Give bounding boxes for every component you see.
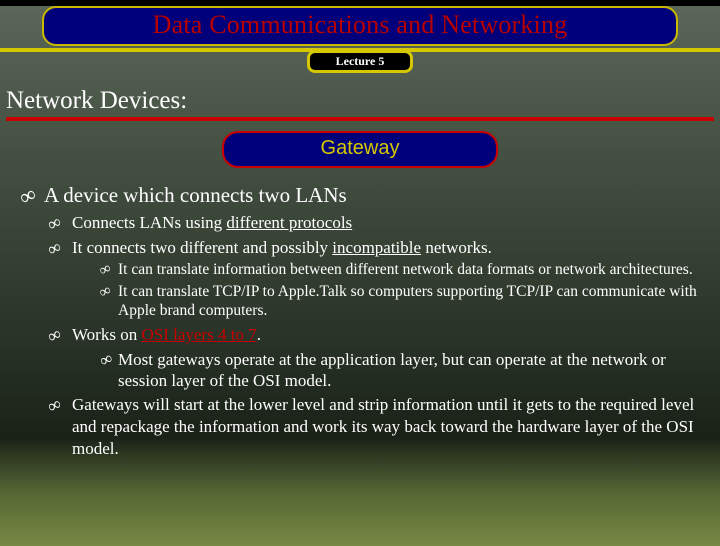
text-underlined: different protocols (226, 213, 352, 232)
subsection-title: Gateway (321, 137, 400, 159)
red-divider (6, 117, 714, 121)
text: Connects LANs using (72, 213, 226, 232)
text: It can translate TCP/IP to Apple.Talk so… (118, 283, 697, 319)
subsection-box: Gateway (222, 131, 498, 168)
bullet-lvl3: It can translate information between dif… (118, 261, 702, 280)
bullet-lvl2: Connects LANs using different protocols (72, 212, 702, 234)
bullet-lvl2: It connects two different and possibly i… (72, 237, 702, 259)
lecture-badge: Lecture 5 (307, 50, 413, 73)
bullet-lvl3: It can translate TCP/IP to Apple.Talk so… (118, 283, 702, 321)
content-area: A device which connects two LANs Connect… (0, 182, 720, 459)
lecture-label: Lecture 5 (336, 54, 385, 68)
text: Works on (72, 325, 141, 344)
text-underlined: incompatible (332, 238, 421, 257)
course-title-bar: Data Communications and Networking (42, 6, 678, 46)
course-title: Data Communications and Networking (153, 10, 568, 39)
bullet-lvl2: Gateways will start at the lower level a… (72, 394, 702, 459)
section-title: Network Devices: (6, 87, 720, 115)
text: It connects two different and possibly (72, 238, 332, 257)
text: . (257, 325, 261, 344)
bullet-lvl2: Works on OSI layers 4 to 7. (72, 324, 702, 346)
bullet-lvl3: Most gateways operate at the application… (118, 349, 702, 391)
text-underlined-red: OSI layers 4 to 7 (141, 325, 256, 344)
text: networks. (421, 238, 492, 257)
text: It can translate information between dif… (118, 261, 693, 278)
text: Most gateways operate at the application… (118, 350, 666, 390)
text: A device which connects two LANs (44, 183, 347, 207)
text: Gateways will start at the lower level a… (72, 395, 694, 458)
bullet-lvl1: A device which connects two LANs (44, 182, 702, 209)
